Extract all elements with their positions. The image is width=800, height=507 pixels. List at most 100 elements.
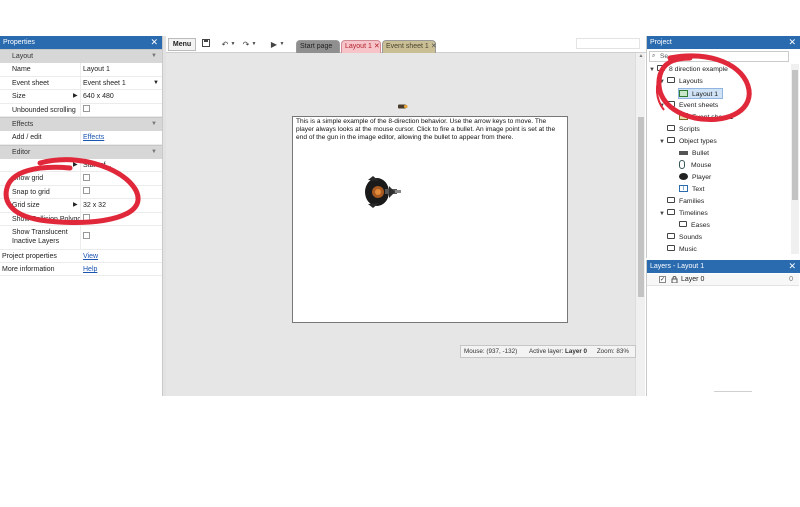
- main-toolbar: Menu ↶ ▼ ↷ ▼ ▶ ▼ Start page Layout 1 ✕ Ev…: [166, 36, 646, 53]
- collapse-icon[interactable]: ▼: [151, 50, 157, 63]
- prop-row-show-collision-polygons[interactable]: Show Collision Polygons: [0, 212, 162, 226]
- prop-row-size[interactable]: Size ▶ 640 x 480: [0, 90, 162, 104]
- expand-arrow-icon[interactable]: ▶: [73, 90, 78, 103]
- prop-key: More information: [2, 266, 55, 273]
- project-scrollbar[interactable]: [791, 64, 799, 254]
- menu-button[interactable]: Menu: [168, 38, 196, 51]
- event-sheet-select[interactable]: Event sheet 1: [83, 77, 158, 90]
- expand-arrow-icon[interactable]: ▶: [73, 199, 78, 212]
- tree-folder-music[interactable]: Music: [667, 244, 697, 254]
- tab-layout-1[interactable]: Layout 1 ✕: [341, 40, 381, 53]
- view-link[interactable]: View: [83, 250, 98, 263]
- prop-row-snap-to-grid[interactable]: Snap to grid: [0, 185, 162, 199]
- layout-icon: [679, 89, 688, 97]
- tab-close-icon[interactable]: ✕: [374, 43, 380, 50]
- prop-row-grid-size[interactable]: Grid size ▶ 32 x 32: [0, 199, 162, 213]
- layout-canvas[interactable]: This is a simple example of the 8-direct…: [292, 116, 568, 323]
- undo-icon[interactable]: ↶: [220, 38, 230, 51]
- play-icon[interactable]: ▶: [269, 38, 279, 51]
- undo-dropdown-icon[interactable]: ▼: [230, 38, 236, 51]
- more-information-row[interactable]: More information Help: [0, 263, 162, 276]
- prop-row-add-edit[interactable]: Add / edit Effects: [0, 131, 162, 145]
- properties-panel: Properties ✕ Layout ▼ Name Layout 1 Even…: [0, 36, 163, 396]
- tree-folder-eases[interactable]: Eases: [679, 220, 710, 231]
- prop-value[interactable]: Layout 1: [83, 63, 158, 76]
- bullet-sprite[interactable]: [398, 104, 408, 109]
- prop-row-show-grid[interactable]: Show grid: [0, 172, 162, 186]
- project-close-icon[interactable]: ✕: [788, 36, 796, 49]
- prop-value[interactable]: Start of...: [83, 159, 158, 172]
- layout-vertical-scrollbar[interactable]: ▲: [635, 53, 645, 396]
- player-sprite[interactable]: [359, 172, 403, 212]
- section-layout[interactable]: Layout ▼: [0, 49, 162, 63]
- tree-folder-event-sheets[interactable]: ▼ Event sheets: [659, 100, 718, 111]
- tree-folder-families[interactable]: Families: [667, 196, 704, 207]
- project-search-input[interactable]: ⌕ Se...: [649, 51, 789, 62]
- section-effects[interactable]: Effects ▼: [0, 117, 162, 131]
- prop-row-name[interactable]: Name Layout 1: [0, 63, 162, 77]
- tree-folder-layouts[interactable]: ▼ Layouts: [659, 76, 703, 87]
- tree-item-player[interactable]: Player: [679, 172, 711, 183]
- scrollbar-thumb[interactable]: [792, 70, 798, 200]
- grid-size-value[interactable]: 32 x 32: [83, 199, 158, 212]
- expand-arrow-icon[interactable]: ▼: [659, 77, 667, 88]
- save-icon[interactable]: [201, 38, 211, 51]
- divider: [714, 391, 752, 392]
- prop-row-editor-start[interactable]: ▶ Start of...: [0, 158, 162, 172]
- properties-close-icon[interactable]: ✕: [150, 36, 158, 49]
- description-text-object[interactable]: This is a simple example of the 8-direct…: [296, 118, 564, 142]
- show-grid-checkbox[interactable]: [83, 173, 90, 181]
- tree-item-text[interactable]: T Text: [679, 184, 704, 195]
- prop-row-event-sheet[interactable]: Event sheet Event sheet 1 ▼: [0, 76, 162, 90]
- scroll-up-icon[interactable]: ▲: [636, 53, 646, 59]
- effects-link[interactable]: Effects: [83, 131, 158, 144]
- redo-icon[interactable]: ↷: [241, 38, 251, 51]
- tab-event-sheet-1[interactable]: Event sheet 1 ✕: [382, 40, 437, 53]
- prop-key: Show Collision Polygons: [12, 215, 80, 223]
- redo-dropdown-icon[interactable]: ▼: [251, 38, 257, 51]
- folder-icon: [667, 77, 675, 84]
- tab-start-page[interactable]: Start page: [296, 40, 340, 53]
- tree-item-layout-1[interactable]: Layout 1: [678, 88, 724, 99]
- folder-icon: [667, 245, 675, 252]
- zoom-level: Zoom: 83%: [596, 348, 630, 355]
- layers-close-icon[interactable]: ✕: [788, 260, 796, 273]
- tree-item-mouse[interactable]: Mouse: [679, 159, 711, 171]
- prop-key: Event sheet: [12, 79, 49, 87]
- unbounded-scrolling-checkbox[interactable]: [83, 105, 90, 113]
- prop-row-show-translucent-layers[interactable]: Show Translucent Inactive Layers: [0, 226, 162, 250]
- tree-folder-scripts[interactable]: Scripts: [667, 124, 700, 135]
- prop-value[interactable]: 640 x 480: [83, 90, 158, 103]
- active-layer-value: Layer 0: [565, 348, 588, 355]
- layers-title: Layers - Layout 1: [650, 263, 705, 270]
- scrollbar-thumb[interactable]: [638, 117, 644, 297]
- expand-arrow-icon[interactable]: ▶: [73, 159, 78, 172]
- layer-visible-checkbox[interactable]: ✓: [659, 276, 666, 283]
- collapse-icon[interactable]: ▼: [151, 146, 157, 159]
- tree-folder-object-types[interactable]: ▼ Object types: [659, 136, 717, 147]
- tree-folder-sounds[interactable]: Sounds: [667, 232, 702, 243]
- lock-icon[interactable]: [671, 276, 678, 283]
- tree-root[interactable]: ▼ 8 direction example: [649, 64, 728, 75]
- section-editor[interactable]: Editor ▼: [0, 144, 162, 159]
- toolbar-search-input[interactable]: [576, 38, 640, 49]
- expand-arrow-icon[interactable]: ▼: [659, 137, 667, 148]
- tree-item-bullet[interactable]: Bullet: [679, 148, 709, 159]
- help-link[interactable]: Help: [83, 263, 97, 276]
- tree-item-event-sheet-1[interactable]: Event sheet 1: [679, 112, 734, 123]
- snap-to-grid-checkbox[interactable]: [83, 187, 90, 195]
- collapse-icon[interactable]: ▼: [151, 118, 157, 131]
- dropdown-arrow-icon[interactable]: ▼: [153, 77, 159, 90]
- project-properties-row[interactable]: Project properties View: [0, 250, 162, 263]
- show-translucent-layers-checkbox[interactable]: [83, 232, 90, 239]
- tab-close-icon[interactable]: ✕: [431, 43, 437, 50]
- show-collision-polygons-checkbox[interactable]: [83, 214, 90, 222]
- expand-arrow-icon[interactable]: ▼: [659, 209, 667, 220]
- play-dropdown-icon[interactable]: ▼: [279, 38, 285, 51]
- prop-row-unbounded-scrolling[interactable]: Unbounded scrolling: [0, 103, 162, 117]
- active-layer-label: Active layer:: [528, 348, 564, 355]
- tree-folder-timelines[interactable]: ▼ Timelines: [659, 208, 708, 219]
- expand-arrow-icon[interactable]: ▼: [649, 65, 657, 76]
- layer-row[interactable]: ✓ Layer 0 0: [647, 274, 799, 286]
- expand-arrow-icon[interactable]: ▼: [659, 101, 667, 112]
